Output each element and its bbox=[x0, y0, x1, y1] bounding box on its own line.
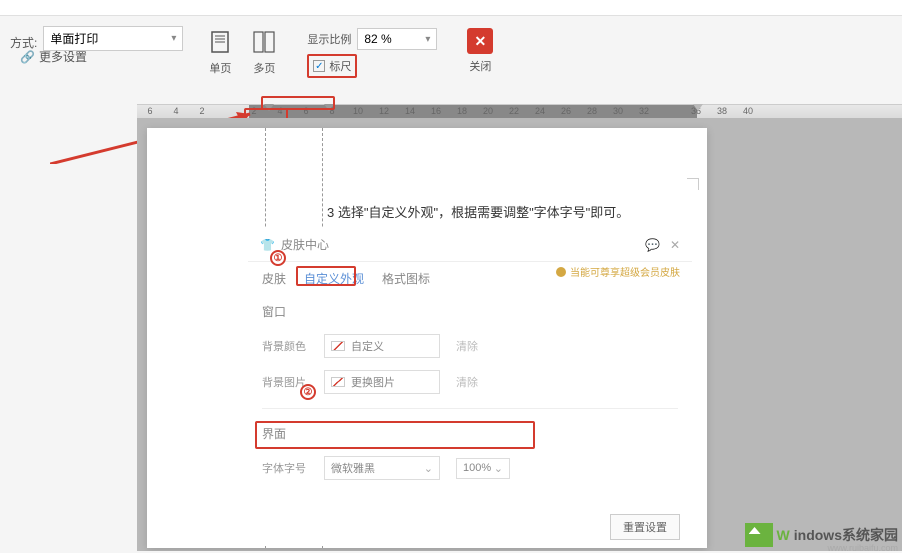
watermark-logo-icon bbox=[745, 523, 773, 547]
premium-note[interactable]: 当能可尊享超级会员皮肤 bbox=[556, 264, 680, 279]
bg-image-clear[interactable]: 清除 bbox=[456, 374, 478, 390]
tshirt-icon: 👕 bbox=[260, 238, 275, 252]
link-icon: 🔗 bbox=[20, 50, 35, 64]
ruler-number: 22 bbox=[501, 106, 527, 116]
popup-title-text: 皮肤中心 bbox=[281, 236, 329, 253]
ruler-number: 10 bbox=[345, 106, 371, 116]
ruler-number: 24 bbox=[527, 106, 553, 116]
zoom-label: 显示比例 bbox=[307, 31, 351, 47]
reset-button[interactable]: 重置设置 bbox=[610, 514, 680, 540]
single-page-label: 单页 bbox=[209, 60, 231, 76]
ruler-toggle[interactable]: ✓ 标尺 bbox=[307, 54, 357, 78]
popup-close-icon[interactable]: ✕ bbox=[670, 238, 680, 252]
annotation-box-tab bbox=[296, 266, 356, 286]
annotation-circle-2: ② bbox=[300, 384, 316, 400]
right-margin-marker[interactable] bbox=[693, 104, 703, 111]
premium-text: 当能可尊享超级会员皮肤 bbox=[570, 264, 680, 279]
zoom-group: 显示比例 82 % ✓ 标尺 bbox=[301, 26, 443, 80]
page: 3 选择"自定义外观"，根据需要调整"字体字号"即可。 👕 皮肤中心 💬 ✕ 皮… bbox=[147, 128, 707, 548]
image-swatch-icon bbox=[331, 377, 345, 387]
more-settings-label: 更多设置 bbox=[39, 48, 87, 65]
annotation-circle-1: ① bbox=[270, 250, 286, 266]
bg-color-label: 背景颜色 bbox=[262, 338, 308, 354]
ruler-number: 20 bbox=[475, 106, 501, 116]
font-label: 字体字号 bbox=[262, 460, 308, 476]
ruler-number: 4 bbox=[163, 106, 189, 116]
watermark-prefix: W bbox=[777, 527, 790, 543]
feedback-icon[interactable]: 💬 bbox=[645, 238, 660, 252]
close-group: ✕ 关闭 bbox=[461, 26, 499, 76]
ruler-checkbox-icon: ✓ bbox=[313, 60, 325, 72]
bg-color-clear[interactable]: 清除 bbox=[456, 338, 478, 354]
multi-page-label: 多页 bbox=[253, 60, 275, 76]
ruler-number: 2 bbox=[189, 106, 215, 116]
multi-page-button[interactable]: 多页 bbox=[245, 26, 283, 78]
crop-mark-tr bbox=[687, 178, 699, 190]
section-window-label: 窗口 bbox=[248, 295, 692, 328]
tab-format-icons[interactable]: 格式图标 bbox=[382, 270, 430, 287]
ruler-number: 6 bbox=[137, 106, 163, 116]
ruler-number: 12 bbox=[371, 106, 397, 116]
premium-icon bbox=[556, 267, 566, 277]
watermark-url: www.ruibaifu.com bbox=[827, 543, 898, 553]
page-view-group: 单页 多页 bbox=[201, 26, 283, 78]
bg-color-row: 背景颜色 自定义 清除 bbox=[248, 328, 692, 364]
close-button[interactable]: ✕ bbox=[467, 28, 493, 54]
divider bbox=[262, 408, 678, 409]
ruler-number bbox=[657, 106, 683, 116]
zoom-combo[interactable]: 82 % bbox=[357, 28, 437, 50]
ruler-number: 28 bbox=[579, 106, 605, 116]
ruler-number: 32 bbox=[631, 106, 657, 116]
font-family-select[interactable]: 微软雅黑 bbox=[324, 456, 440, 480]
watermark-main: indows系统家园 bbox=[794, 525, 898, 545]
color-swatch-icon bbox=[331, 341, 345, 351]
bg-image-input[interactable]: 更换图片 bbox=[324, 370, 440, 394]
close-label: 关闭 bbox=[469, 58, 491, 74]
toolbar: 方式: 单面打印 单页 多页 显示比例 82 % ✓ 标尺 ✕ bbox=[0, 26, 902, 96]
more-settings-link[interactable]: 🔗 更多设置 bbox=[10, 48, 87, 65]
annotation-box-font-row bbox=[255, 421, 535, 449]
ruler-label: 标尺 bbox=[329, 58, 351, 74]
font-size-select[interactable]: 100% bbox=[456, 458, 510, 479]
ruler-number: 26 bbox=[553, 106, 579, 116]
multi-page-icon bbox=[251, 28, 277, 56]
ruler-number: 30 bbox=[605, 106, 631, 116]
close-icon: ✕ bbox=[474, 33, 486, 50]
single-page-button[interactable]: 单页 bbox=[201, 26, 239, 78]
instruction-text: 3 选择"自定义外观"，根据需要调整"字体字号"即可。 bbox=[327, 202, 629, 221]
ruler-number: 16 bbox=[423, 106, 449, 116]
ruler-number: 14 bbox=[397, 106, 423, 116]
single-page-icon bbox=[207, 28, 233, 56]
bg-color-input[interactable]: 自定义 bbox=[324, 334, 440, 358]
popup-header: 👕 皮肤中心 💬 ✕ bbox=[248, 228, 692, 262]
ruler-number: 18 bbox=[449, 106, 475, 116]
ruler-number bbox=[215, 106, 241, 116]
tab-skin[interactable]: 皮肤 bbox=[262, 270, 286, 287]
top-panel bbox=[0, 0, 902, 16]
ruler-number: 38 bbox=[709, 106, 735, 116]
skin-center-popup: 👕 皮肤中心 💬 ✕ 皮肤 自定义外观 格式图标 ① 当能可尊享超级会员皮肤 bbox=[248, 228, 692, 546]
font-row: 字体字号 微软雅黑 100% bbox=[248, 450, 692, 486]
document-viewport[interactable]: 3 选择"自定义外观"，根据需要调整"字体字号"即可。 👕 皮肤中心 💬 ✕ 皮… bbox=[137, 118, 902, 551]
ruler-number: 40 bbox=[735, 106, 761, 116]
